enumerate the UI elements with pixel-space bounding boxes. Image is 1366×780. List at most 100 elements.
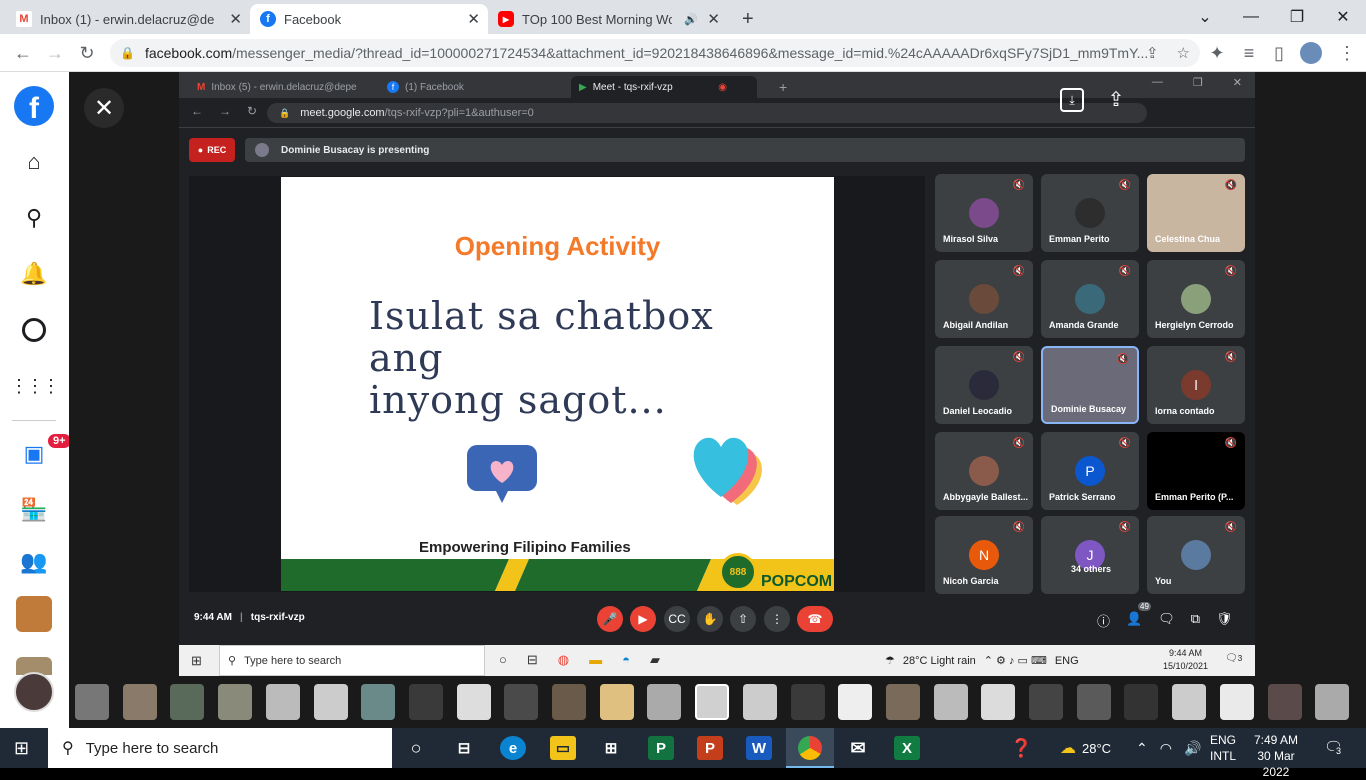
side-panel-icon[interactable]: ▯ xyxy=(1266,41,1292,65)
tab-search-icon[interactable]: ⌄ xyxy=(1182,0,1228,34)
share-icon[interactable]: ⇪ xyxy=(1146,44,1159,62)
media-thumbnail[interactable] xyxy=(1315,684,1350,720)
inner-notification-icon: 🗨3 xyxy=(1225,653,1243,664)
inner-maximize-icon: ❐ xyxy=(1192,77,1203,89)
excel-icon[interactable]: X xyxy=(894,736,920,760)
bell-icon[interactable]: 🔔 xyxy=(14,254,54,294)
chrome-taskbar-button[interactable] xyxy=(786,728,834,768)
messenger-icon[interactable] xyxy=(22,318,46,342)
participant-name: Patrick Serrano xyxy=(1049,492,1116,502)
facebook-logo-icon[interactable]: f xyxy=(14,86,54,126)
media-thumbnail[interactable] xyxy=(1172,684,1207,720)
download-icon[interactable]: ⤓ xyxy=(1060,88,1084,112)
hearts-icon xyxy=(693,437,762,505)
minimize-button[interactable]: — xyxy=(1228,0,1274,34)
reload-icon[interactable]: ↻ xyxy=(74,41,100,65)
media-thumbnail[interactable] xyxy=(456,684,491,720)
inner-url-path: /tqs-rxif-vzp?pli=1&authuser=0 xyxy=(384,107,534,119)
media-thumbnail[interactable] xyxy=(647,684,682,720)
edge-icon[interactable]: e xyxy=(500,736,526,760)
tab-facebook[interactable]: f Facebook ✕ xyxy=(250,4,488,34)
keyboard-layout[interactable]: INTL xyxy=(1210,748,1236,764)
watch-icon[interactable]: ▣ 9+ xyxy=(14,432,73,474)
close-tab-icon[interactable]: ✕ xyxy=(467,10,480,28)
clock[interactable]: 7:49 AM 30 Mar 2022 xyxy=(1244,732,1308,780)
url-input[interactable]: 🔒 facebook.com /messenger_media/?thread_… xyxy=(110,39,1200,67)
media-thumbnail[interactable] xyxy=(122,684,157,720)
media-thumbnail[interactable] xyxy=(742,684,777,720)
profile-avatar[interactable] xyxy=(14,672,54,712)
help-icon[interactable]: ❓ xyxy=(1010,728,1032,768)
media-thumbnail[interactable] xyxy=(265,684,300,720)
media-thumbnail[interactable] xyxy=(75,684,109,720)
media-thumbnail[interactable] xyxy=(981,684,1016,720)
participant-name: Abigail Andilan xyxy=(943,320,1009,330)
media-thumbnail[interactable] xyxy=(170,684,205,720)
start-icon[interactable]: ⊞ xyxy=(14,738,29,759)
profile-avatar[interactable] xyxy=(1300,42,1322,64)
media-thumbnail[interactable] xyxy=(885,684,920,720)
close-tab-icon[interactable]: ✕ xyxy=(229,10,242,28)
weather-icon: ☂ xyxy=(885,655,895,667)
media-thumbnail[interactable] xyxy=(313,684,348,720)
media-thumbnail[interactable] xyxy=(933,684,968,720)
menu-kebab-icon[interactable]: ⋮ xyxy=(1334,41,1360,65)
media-thumbnail[interactable] xyxy=(599,684,634,720)
extensions-icon[interactable]: ✦ xyxy=(1204,41,1230,65)
weather-widget[interactable]: ☁ 28°C xyxy=(1060,728,1111,768)
audio-playing-icon[interactable]: 🔊 xyxy=(684,13,698,26)
new-tab-button[interactable]: + xyxy=(732,4,762,34)
media-thumbnail[interactable] xyxy=(552,684,586,720)
media-thumbnail[interactable] xyxy=(504,684,539,720)
share-icon[interactable]: ⇪ xyxy=(1104,86,1128,112)
media-thumbnail[interactable] xyxy=(695,684,730,720)
powerpoint-icon[interactable]: P xyxy=(697,736,723,760)
media-thumbnail[interactable] xyxy=(838,684,873,720)
media-thumbnail[interactable] xyxy=(790,684,825,720)
file-explorer-icon[interactable]: ▭ xyxy=(550,736,576,760)
tab-youtube[interactable]: ▶ TOp 100 Best Morning Worsh 🔊 ✕ xyxy=(488,4,728,34)
tab-gmail[interactable]: M Inbox (1) - erwin.delacruz@depe ✕ xyxy=(6,4,250,34)
close-viewer-button[interactable]: ✕ xyxy=(84,88,124,128)
media-thumbnail[interactable] xyxy=(408,684,443,720)
media-thumbnail[interactable] xyxy=(1076,684,1111,720)
home-icon[interactable]: ⌂ xyxy=(14,142,54,182)
slide-body: Isulat sa chatbox ang inyong sagot... xyxy=(369,295,789,421)
bookmark-star-icon[interactable]: ☆ xyxy=(1177,44,1190,62)
menu-grid-icon[interactable]: ⋮⋮⋮ xyxy=(10,366,60,406)
rec-badge: ● REC xyxy=(189,138,235,162)
media-thumbnail[interactable] xyxy=(361,684,396,720)
wifi-icon[interactable]: ◠ xyxy=(1160,740,1172,757)
marketplace-icon[interactable]: 🏪 xyxy=(14,490,54,530)
back-icon[interactable]: ← xyxy=(10,41,36,65)
publisher-icon[interactable]: P xyxy=(648,736,674,760)
volume-icon[interactable]: 🔊 xyxy=(1184,740,1201,757)
search-icon[interactable]: ⚲ xyxy=(14,198,54,238)
media-thumbnail[interactable] xyxy=(1124,684,1159,720)
group-shortcut-thumbnail[interactable] xyxy=(16,596,52,632)
clock-time: 7:49 AM xyxy=(1253,733,1299,747)
cortana-icon[interactable]: ○ xyxy=(403,736,429,760)
participant-name: lorna contado xyxy=(1155,406,1215,416)
participant-tile: 🔇 N Nicoh Garcia xyxy=(935,516,1033,594)
microsoft-store-icon[interactable]: ⊞ xyxy=(598,736,624,760)
slide-title: Opening Activity xyxy=(454,231,661,261)
media-thumbnail[interactable] xyxy=(1219,684,1254,720)
word-icon[interactable]: W xyxy=(746,736,772,760)
close-tab-icon[interactable]: ✕ xyxy=(707,10,720,28)
maximize-button[interactable]: ❐ xyxy=(1274,0,1320,34)
task-view-icon[interactable]: ⊟ xyxy=(451,736,477,760)
language-code[interactable]: ENG xyxy=(1210,732,1236,748)
taskbar-search-input[interactable]: ⚲ Type here to search xyxy=(48,728,392,768)
participant-name: Amanda Grande xyxy=(1049,320,1119,330)
media-thumbnail[interactable] xyxy=(1029,684,1063,720)
show-hidden-icons[interactable]: ⌃ xyxy=(1136,740,1148,757)
media-control-icon[interactable]: ≡ xyxy=(1236,41,1262,65)
media-thumbnail[interactable] xyxy=(1267,684,1302,720)
mail-icon[interactable]: ✉ xyxy=(845,736,871,760)
media-thumbnail[interactable] xyxy=(218,684,253,720)
groups-icon[interactable]: 👥 xyxy=(14,542,54,582)
close-window-button[interactable]: ✕ xyxy=(1320,0,1366,34)
forward-icon[interactable]: → xyxy=(42,41,68,65)
notification-center-icon[interactable]: 🗨 3 xyxy=(1324,738,1343,756)
